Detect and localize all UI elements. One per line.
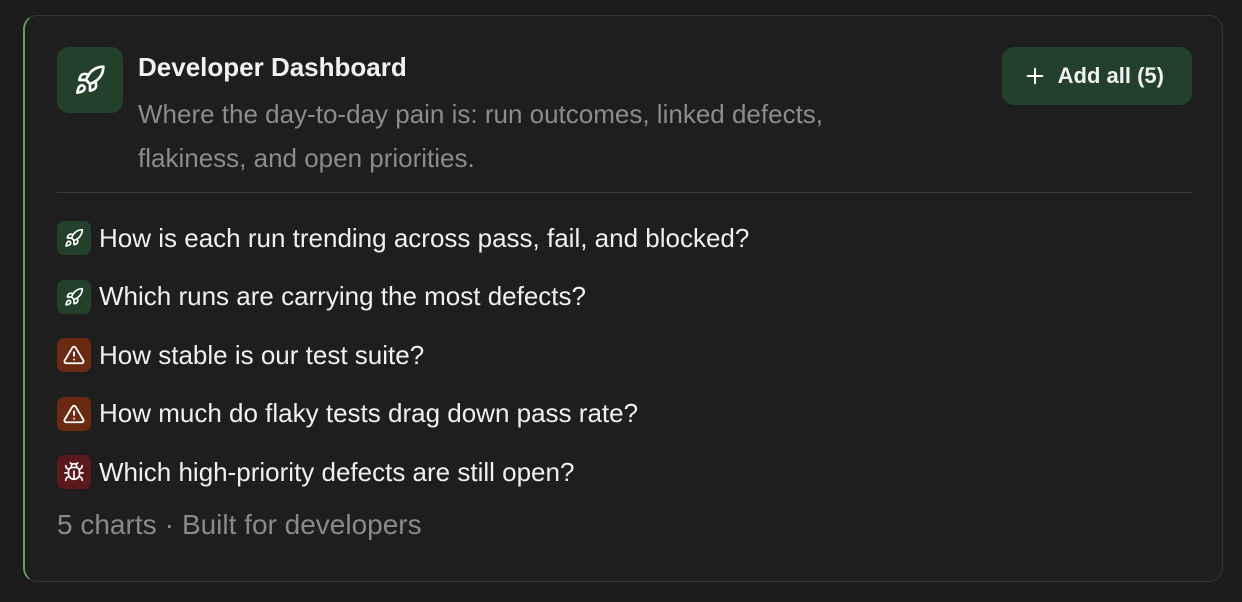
card-footer: 5 charts · Built for developers [57, 509, 422, 541]
chart-list-item[interactable]: How much do flaky tests drag down pass r… [57, 385, 749, 444]
chart-list-item[interactable]: Which runs are carrying the most defects… [57, 268, 749, 327]
chart-question: How much do flaky tests drag down pass r… [99, 398, 639, 429]
warning-icon [57, 338, 91, 373]
chart-list-item[interactable]: How stable is our test suite? [57, 326, 749, 385]
footer-separator: · [164, 509, 174, 540]
chart-list-item[interactable]: Which high-priority defects are still op… [57, 443, 749, 502]
plus-icon [1024, 65, 1046, 87]
chart-list: How is each run trending across pass, fa… [57, 209, 749, 502]
add-all-button[interactable]: Add all (5) [1001, 47, 1192, 105]
chart-question: How stable is our test suite? [99, 339, 425, 370]
audience-text: Built for developers [181, 509, 422, 540]
rocket-icon [57, 221, 91, 256]
warning-icon [57, 396, 91, 431]
dashboard-description: Where the day-to-day pain is: run outcom… [138, 99, 824, 173]
chart-count: 5 charts [57, 509, 157, 540]
chart-list-item[interactable]: How is each run trending across pass, fa… [57, 209, 749, 268]
bug-icon [57, 455, 91, 490]
card-header: Developer Dashboard Where the day-to-day… [57, 47, 1192, 192]
chart-question: Which high-priority defects are still op… [99, 456, 575, 487]
add-all-label: Add all (5) [1057, 63, 1164, 88]
rocket-icon [57, 47, 123, 113]
dashboard-template-card: Developer Dashboard Where the day-to-day… [23, 15, 1223, 582]
chart-question: Which runs are carrying the most defects… [99, 281, 586, 312]
header-divider [57, 192, 1192, 193]
rocket-icon [57, 279, 91, 314]
dashboard-title: Developer Dashboard [138, 52, 407, 82]
chart-question: How is each run trending across pass, fa… [99, 222, 750, 253]
